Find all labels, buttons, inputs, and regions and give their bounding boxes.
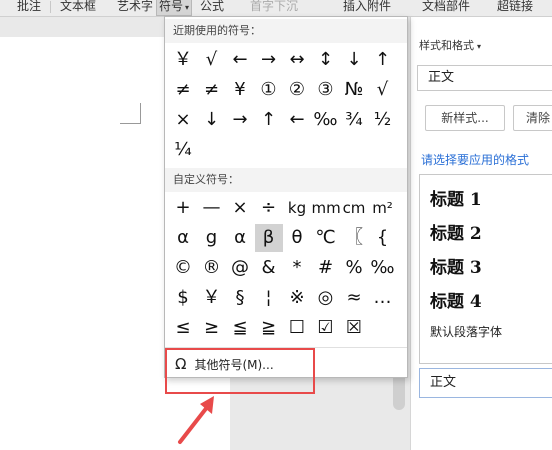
custom-symbol[interactable]: & (255, 254, 283, 282)
recent-symbol[interactable]: ① (255, 76, 283, 104)
style-heading-2[interactable]: 标题 2 (430, 219, 482, 244)
recent-symbol[interactable]: ≠ (198, 76, 226, 104)
custom-symbol[interactable]: ☑ (312, 314, 340, 342)
choose-format-label: 请选择要应用的格式 (421, 153, 530, 167)
clear-format-button[interactable]: 清除 (513, 105, 552, 131)
custom-symbols-header: 自定义符号： (165, 168, 407, 192)
custom-symbol[interactable]: ☐ (283, 314, 311, 342)
recent-symbol[interactable]: ↓ (198, 106, 226, 134)
custom-symbol[interactable]: ® (198, 254, 226, 282)
recent-symbol[interactable]: → (255, 46, 283, 74)
recent-symbol[interactable]: ↕ (312, 46, 340, 74)
wordart-button[interactable]: 艺术字 (117, 0, 153, 15)
style-list: 标题 1 标题 2 标题 3 标题 4 默认段落字体 (419, 174, 552, 364)
highlight-box (165, 348, 315, 394)
recent-symbol[interactable]: ↑ (255, 106, 283, 134)
custom-symbol[interactable]: m² (369, 194, 397, 222)
symbol-button-label: 符号 (159, 0, 184, 13)
drop-cap-button[interactable]: 首字下沉 (250, 0, 298, 15)
custom-symbol[interactable]: $ (169, 284, 197, 312)
custom-symbol[interactable]: ◎ (312, 284, 340, 312)
comment-button[interactable]: 批注 (17, 0, 41, 15)
chevron-down-icon: ▾ (185, 3, 190, 12)
custom-symbol[interactable]: § (226, 284, 254, 312)
custom-symbol[interactable]: α (226, 224, 254, 252)
page-margin-marker (120, 103, 141, 124)
recent-symbol[interactable]: ¼ (169, 136, 197, 164)
recent-symbol[interactable]: ‰ (312, 106, 340, 134)
custom-symbol[interactable]: ￥ (198, 284, 226, 312)
custom-symbol[interactable]: 〖 (340, 224, 368, 252)
style-heading-1[interactable]: 标题 1 (430, 185, 482, 210)
current-style-field[interactable]: 正文 (417, 65, 552, 91)
custom-symbol[interactable]: ※ (283, 284, 311, 312)
custom-symbol[interactable]: × (226, 194, 254, 222)
recent-symbol[interactable]: √ (369, 76, 397, 104)
custom-symbol[interactable]: β (254, 224, 283, 252)
custom-symbol[interactable]: kg (283, 194, 311, 222)
custom-symbol[interactable]: ℃ (312, 224, 340, 252)
recent-symbol[interactable]: ③ (312, 76, 340, 104)
recent-symbol[interactable]: ¾ (340, 106, 368, 134)
custom-symbol[interactable]: ÷ (255, 194, 283, 222)
new-style-button[interactable]: 新样式... (425, 105, 505, 131)
chevron-down-icon: ▾ (477, 42, 482, 51)
style-default-paragraph-font[interactable]: 默认段落字体 (430, 323, 502, 340)
custom-symbol[interactable]: ≈ (340, 284, 368, 312)
recent-symbol[interactable]: ￥ (169, 46, 197, 74)
recent-symbol[interactable]: √ (198, 46, 226, 74)
custom-symbol[interactable]: ‰ (369, 254, 397, 282)
recent-symbol[interactable]: ↑ (369, 46, 397, 74)
custom-symbol[interactable]: ≦ (226, 314, 254, 342)
recent-symbol[interactable]: ½ (369, 106, 397, 134)
symbol-dropdown: 近期使用的符号： ￥ √ ← → ↔ ↕ ↓ ↑ ≠ ≠ ¥ ① ② ③ № √ × ↓ → ↑ ← ‰ ¾ ½ ¼ 自定义符号… (164, 16, 408, 378)
custom-symbol[interactable]: g (198, 224, 226, 252)
recent-symbol[interactable]: ← (283, 106, 311, 134)
symbol-button[interactable]: 符号 ▾ (156, 0, 193, 16)
custom-symbol[interactable]: — (198, 194, 226, 222)
recent-symbol[interactable]: ↓ (340, 46, 368, 74)
recent-symbol[interactable]: ¥ (226, 76, 254, 104)
custom-symbol[interactable]: ≤ (169, 314, 197, 342)
custom-symbol[interactable]: ¦ (255, 284, 283, 312)
custom-symbol[interactable]: cm (340, 194, 368, 222)
custom-symbol[interactable]: + (169, 194, 197, 222)
recent-symbol[interactable]: ↔ (283, 46, 311, 74)
custom-symbol[interactable]: % (340, 254, 368, 282)
custom-symbol[interactable]: # (312, 254, 340, 282)
insert-attachment-button[interactable]: 插入附件 (343, 0, 391, 15)
document-parts-button[interactable]: 文档部件 (422, 0, 470, 15)
styles-panel-title[interactable]: 样式和格式 ▾ (419, 37, 481, 53)
custom-symbol[interactable]: ≥ (198, 314, 226, 342)
custom-symbol[interactable]: * (283, 254, 311, 282)
styles-panel: 样式和格式 ▾ 正文 新样式... 清除 请选择要应用的格式 标题 1 标题 2 … (410, 17, 552, 450)
recent-symbol[interactable]: ← (226, 46, 254, 74)
textbox-button[interactable]: 文本框 (60, 0, 96, 15)
style-heading-4[interactable]: 标题 4 (430, 287, 482, 312)
custom-symbol[interactable]: … (369, 284, 397, 312)
style-heading-3[interactable]: 标题 3 (430, 253, 482, 278)
hyperlink-button[interactable]: 超链接 (497, 0, 533, 15)
recent-symbol[interactable]: ≠ (169, 76, 197, 104)
custom-symbol[interactable]: ≧ (255, 314, 283, 342)
formula-button[interactable]: 公式 (200, 0, 224, 15)
custom-symbol[interactable]: © (169, 254, 197, 282)
toolbar-divider (50, 1, 51, 13)
custom-symbol[interactable]: @ (226, 254, 254, 282)
recent-symbol[interactable]: × (169, 106, 197, 134)
style-normal[interactable]: 正文 (419, 368, 552, 398)
custom-symbol[interactable]: ☒ (340, 314, 368, 342)
pointer-arrow-icon (178, 396, 214, 444)
recent-symbol[interactable]: → (226, 106, 254, 134)
custom-symbol[interactable]: mm (312, 194, 341, 222)
recent-symbol[interactable]: ② (283, 76, 311, 104)
recent-symbols-header: 近期使用的符号： (165, 19, 407, 43)
custom-symbol[interactable]: α (169, 224, 197, 252)
custom-symbol[interactable]: θ (283, 224, 311, 252)
toolbar: 批注 文本框 艺术字 符号 ▾ 公式 首字下沉 插入附件 文档部件 超链接 (0, 0, 552, 17)
custom-symbol[interactable]: { (369, 224, 397, 252)
recent-symbol[interactable]: № (340, 76, 368, 104)
